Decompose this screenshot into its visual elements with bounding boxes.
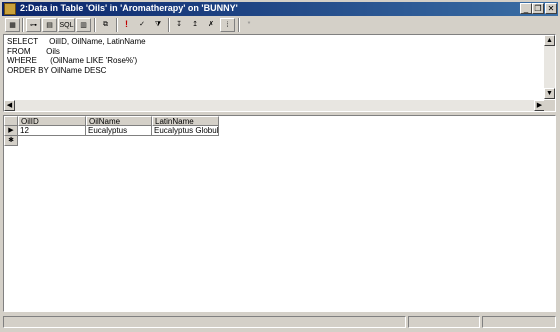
corner-header-cell[interactable] [4,116,18,126]
sql-line: SELECT OilID, OilName, LatinName [7,37,146,46]
status-panel-2 [408,316,480,328]
toolbar-separator [116,18,118,32]
toolbar-separator [238,18,240,32]
close-button[interactable]: ✕ [545,3,557,14]
toolbar-separator [168,18,170,32]
sql-line: FROM Oils [7,46,60,56]
sql-horizontal-scrollbar[interactable]: ◀ ▶ [4,100,545,111]
remove-filter-button[interactable]: ⧩ [151,18,165,32]
sql-vertical-scrollbar[interactable]: ▲ ▼ [544,35,555,99]
scroll-up-icon[interactable]: ▲ [544,35,555,46]
show-diagram-pane-button[interactable]: ⊶ [26,18,41,32]
query-window: 2:Data in Table 'Oils' in 'Aromatherapy'… [0,0,560,332]
show-results-pane-button[interactable]: ▥ [76,18,91,32]
sql-pane[interactable]: SELECT OilID, OilName, LatinName FROM Oi… [3,34,556,112]
show-grid-pane-button[interactable]: ▤ [42,18,57,32]
sort-descending-button[interactable]: ↥ [188,18,202,32]
status-panel-3 [482,316,556,328]
sql-editor[interactable]: SELECT OilID, OilName, LatinName FROM Oi… [7,37,146,75]
scroll-left-icon[interactable]: ◀ [4,100,15,111]
toolbar-separator [22,18,24,32]
group-by-button[interactable]: ⁞ [220,18,235,32]
new-row-button[interactable]: * [242,18,256,32]
toolbar-separator [94,18,96,32]
sort-ascending-button[interactable]: ↧ [172,18,186,32]
column-header-oilname[interactable]: OilName [86,116,152,126]
title-bar[interactable]: 2:Data in Table 'Oils' in 'Aromatherapy'… [2,2,558,16]
column-header-latinname[interactable]: LatinName [152,116,219,126]
new-row-icon[interactable]: ✱ [4,136,18,146]
results-pane[interactable]: OilID OilName LatinName ▶ 12 Eucalyptus … [3,115,556,312]
window-title: 2:Data in Table 'Oils' in 'Aromatherapy'… [20,3,238,13]
scroll-corner [544,100,555,111]
status-bar [2,315,558,330]
column-header-oilid[interactable]: OilID [18,116,86,126]
cell-latinname[interactable]: Eucalyptus Globulu [152,126,219,136]
scroll-down-icon[interactable]: ▼ [544,88,555,99]
show-sql-pane-button[interactable]: SQL [58,18,75,32]
cell-oilname[interactable]: Eucalyptus [86,126,152,136]
sql-line: WHERE (OilName LIKE 'Rose%') [7,56,138,65]
verify-sql-button[interactable]: ✓ [135,18,149,32]
run-button[interactable]: ! [120,18,133,32]
minimize-button[interactable]: _ [520,3,532,14]
status-panel-main [3,316,406,328]
table-icon [4,3,16,15]
restore-button[interactable]: ❐ [532,3,544,14]
sql-line: ORDER BY OilName DESC [7,65,107,75]
cell-oilid[interactable]: 12 [18,126,86,136]
change-query-type-button[interactable]: ⧉ [98,18,113,32]
current-row-icon[interactable]: ▶ [4,126,18,136]
properties-button[interactable]: ▦ [5,18,20,32]
remove-filter-2-button[interactable]: ✗ [204,18,218,32]
toolbar: ▦ ⊶ ▤ SQL ▥ ⧉ ! ✓ ⧩ ↧ ↥ ✗ ⁞ * [2,17,558,33]
